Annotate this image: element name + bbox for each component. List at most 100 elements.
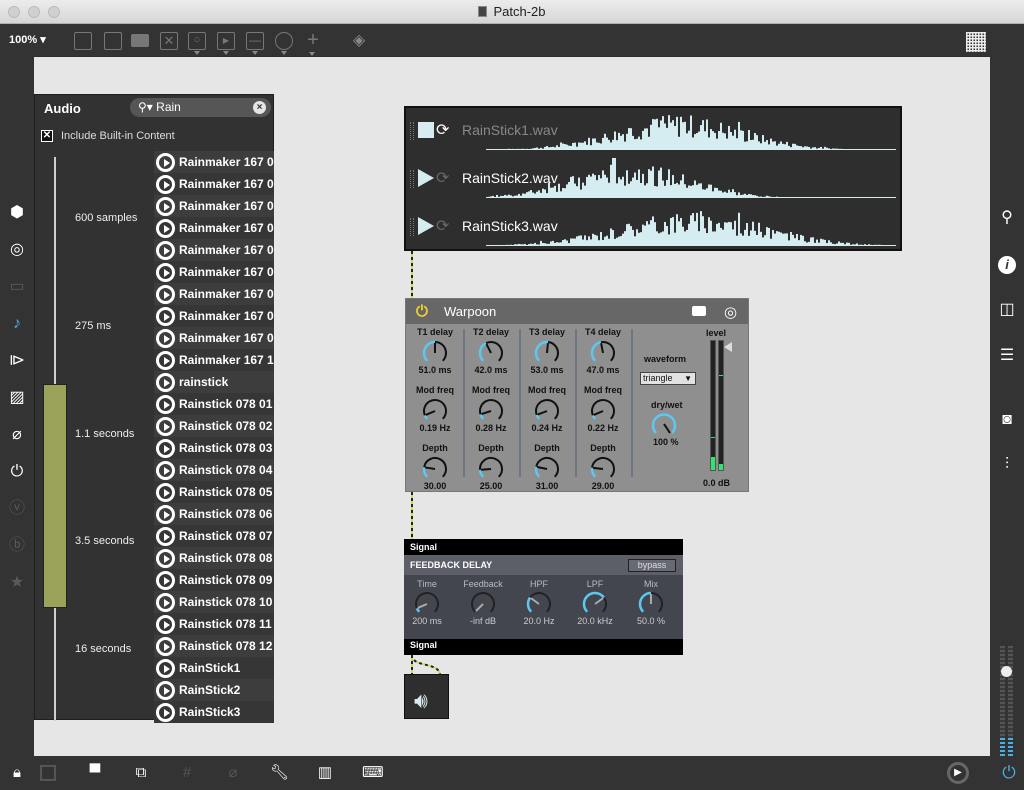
play-preview-icon[interactable] [156,680,175,700]
play-preview-icon[interactable] [156,658,175,678]
list-item[interactable]: Rainstick 078 03 [154,437,274,459]
delay-knob[interactable] [477,339,505,365]
depth-knob[interactable] [421,455,449,481]
list-item[interactable]: Rainstick 078 10 [154,591,274,613]
select-icon[interactable] [40,765,56,781]
modfreq-knob[interactable] [589,397,617,423]
play-preview-icon[interactable] [156,636,175,656]
stop-button[interactable] [418,122,434,138]
delay-knob[interactable] [421,339,449,365]
loop-icon[interactable]: ⟳ [436,120,449,140]
hotswap-icon[interactable]: ◎ [724,303,737,321]
modfreq-knob[interactable] [477,397,505,423]
track-row[interactable]: ⟳ RainStick3.wav [406,204,900,250]
play-preview-icon[interactable] [156,416,175,436]
list-item[interactable]: Rainmaker 167 06 [154,261,274,283]
list-item[interactable]: Rainmaker 167 08 [154,305,274,327]
drywet-knob[interactable] [650,411,678,437]
list-item[interactable]: Rainstick 078 08 [154,547,274,569]
mix-knob[interactable] [637,590,665,616]
depth-knob[interactable] [477,455,505,481]
dac-speaker-object[interactable]: 🔊︎ [404,674,449,719]
list-item[interactable]: Rainmaker 167 10 [154,349,274,371]
play-button[interactable] [418,169,434,187]
list-item[interactable]: Rainstick 078 12 [154,635,274,657]
delay-knob[interactable] [589,339,617,365]
play-preview-icon[interactable] [156,504,175,524]
audio-power-icon[interactable]: ⏻ [1000,764,1018,781]
play-preview-icon[interactable] [156,328,175,348]
loop-icon[interactable]: ⟳ [436,216,449,236]
wrench-icon[interactable]: 🔧︎ [270,765,289,781]
list-item[interactable]: Rainmaker 167 05 [154,239,274,261]
list-item[interactable]: Rainmaker 167 03 [154,195,274,217]
list-item[interactable]: Rainstick 078 05 [154,481,274,503]
play-preview-icon[interactable] [156,284,175,304]
list-item[interactable]: Rainstick 078 09 [154,569,274,591]
power-icon[interactable]: ⏻ [416,303,428,320]
play-preview-icon[interactable] [156,306,175,326]
list-item[interactable]: RainStick1 [154,657,274,679]
play-preview-icon[interactable] [156,152,175,172]
list-item[interactable]: RainStick3 [154,701,274,723]
play-preview-icon[interactable] [156,460,175,480]
list-item[interactable]: Rainmaker 167 04 [154,217,274,239]
play-preview-icon[interactable] [156,592,175,612]
play-preview-icon[interactable] [156,174,175,194]
list-item[interactable]: Rainstick 078 06 [154,503,274,525]
presentation-mode-icon[interactable]: ▀ [86,765,104,781]
modfreq-knob[interactable] [421,397,449,423]
grid-icon[interactable]: # [178,765,196,781]
list-item[interactable]: Rainmaker 167 07 [154,283,274,305]
play-preview-icon[interactable] [156,614,175,634]
play-preview-icon[interactable] [156,702,175,722]
include-builtin-checkbox[interactable]: ✕ [41,130,53,142]
play-preview-icon[interactable] [156,526,175,546]
camera-icon[interactable] [692,306,706,316]
play-preview-icon[interactable] [156,438,175,458]
play-preview-icon[interactable] [156,570,175,590]
list-item[interactable]: RainStick2 [154,679,274,701]
hpf-knob[interactable] [525,590,553,616]
play-button[interactable] [418,217,434,235]
depth-knob[interactable] [589,455,617,481]
list-item[interactable]: Rainstick 078 11 [154,613,274,635]
lpf-knob[interactable] [581,590,609,616]
patch-cord[interactable] [411,655,441,675]
play-preview-icon[interactable] [156,350,175,370]
list-item[interactable]: Rainmaker 167 09 [154,327,274,349]
add-attachment-icon[interactable]: ⌀ [224,765,242,781]
play-preview-icon[interactable] [156,482,175,502]
loop-icon[interactable]: ⟳ [436,168,449,188]
list-item[interactable]: rainstick [154,371,274,393]
duration-range-handle[interactable] [43,384,67,608]
list-item[interactable]: Rainmaker 167 02 [154,173,274,195]
windows-icon[interactable]: ⧉ [132,765,150,781]
play-preview-icon[interactable] [156,240,175,260]
list-item[interactable]: Rainmaker 167 01 [154,151,274,173]
list-item[interactable]: Rainstick 078 01 [154,393,274,415]
drag-handle[interactable] [410,122,414,140]
waveform-select[interactable]: triangle [640,372,696,385]
depth-knob[interactable] [533,455,561,481]
keyboard-icon[interactable]: ⌨ [362,765,384,781]
bypass-button[interactable]: bypass [628,559,676,572]
lock-icon[interactable]: 🔒︎ [8,765,26,781]
play-preview-icon[interactable] [156,548,175,568]
list-item[interactable]: Rainstick 078 02 [154,415,274,437]
level-slider-handle[interactable] [724,342,732,352]
playlist-object[interactable]: ⟳ RainStick1.wav ⟳ RainStick2.wav ⟳ Rain… [404,106,902,251]
transport-play-icon[interactable]: ▶ [947,762,969,784]
play-preview-icon[interactable] [156,218,175,238]
play-preview-icon[interactable] [156,372,175,392]
modfreq-knob[interactable] [533,397,561,423]
feedback-knob[interactable] [469,590,497,616]
list-item[interactable]: Rainstick 078 04 [154,459,274,481]
drag-handle[interactable] [410,218,414,236]
clear-search-icon[interactable]: × [253,101,266,114]
list-item[interactable]: Rainstick 078 07 [154,525,274,547]
track-row[interactable]: ⟳ RainStick2.wav [406,156,900,202]
track-row[interactable]: ⟳ RainStick1.wav [406,108,900,154]
play-preview-icon[interactable] [156,262,175,282]
play-preview-icon[interactable] [156,394,175,414]
